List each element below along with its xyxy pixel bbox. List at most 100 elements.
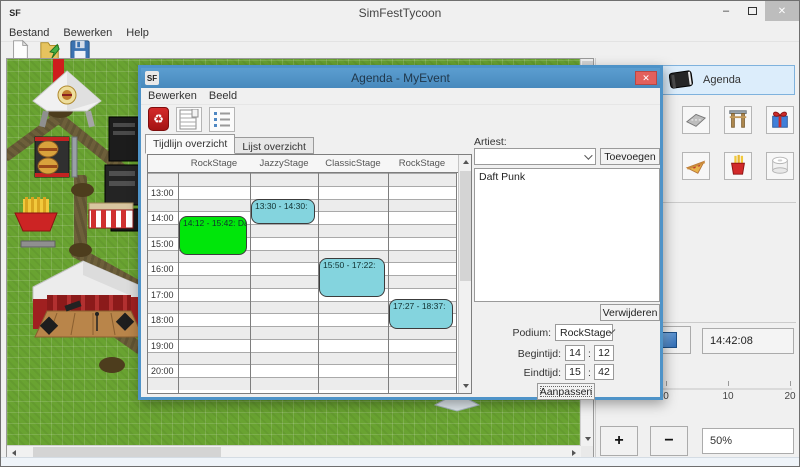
stage-combobox[interactable]: RockStage <box>555 324 613 341</box>
stage-label: Podium: <box>509 327 551 339</box>
artist-combobox[interactable] <box>474 148 596 165</box>
end-minute-field[interactable]: 42 <box>594 364 614 380</box>
timeline-scrollbar[interactable] <box>458 155 471 393</box>
toilet-roll-icon <box>769 154 791 179</box>
grid-line <box>148 173 456 174</box>
maximize-button[interactable] <box>739 1 765 21</box>
pizza-icon <box>685 154 707 179</box>
start-hour-field[interactable]: 14 <box>565 345 585 361</box>
grid-line <box>148 288 456 289</box>
start-minute-field[interactable]: 12 <box>594 345 614 361</box>
column-header-rockstage: RockStage <box>178 158 250 169</box>
artist-listbox[interactable]: Daft Punk <box>474 168 660 302</box>
tab-lijst-overzicht[interactable]: Lijst overzicht <box>234 137 314 154</box>
stage-frame-build-button[interactable] <box>724 106 752 134</box>
zoom-level-field[interactable]: 50% <box>702 428 794 454</box>
slider-tick <box>666 381 667 386</box>
zoom-in-button[interactable]: + <box>600 426 638 456</box>
scroll-left-icon[interactable] <box>9 450 16 456</box>
agenda-book-icon <box>669 70 693 90</box>
scroll-down-icon[interactable] <box>463 384 469 391</box>
speed-icon <box>661 332 677 348</box>
dialog-menu-bewerken[interactable]: Bewerken <box>148 90 197 102</box>
column-header-classicstage: ClassicStage <box>318 158 388 169</box>
main-toolbar <box>1 42 799 58</box>
toilet-roll-build-button[interactable] <box>766 152 794 180</box>
dialog-toolbar: ♻ <box>141 105 660 133</box>
burger-stand[interactable] <box>33 135 79 179</box>
path-junction <box>71 183 94 197</box>
agenda-event-jazzystage[interactable]: 13:30 - 14:30: <box>251 199 315 225</box>
minimize-button[interactable]: – <box>713 1 739 21</box>
agenda-event-rockstage[interactable]: 14:12 - 15:42: Daft Punk <box>179 216 247 254</box>
slider-tick <box>728 381 729 386</box>
remove-artist-button[interactable]: Verwijderen <box>600 304 660 321</box>
stage-combobox-value: RockStage <box>560 327 611 339</box>
dialog-close-button[interactable]: ✕ <box>635 71 657 85</box>
hour-label: 16:00 <box>151 264 174 274</box>
dialog-menubar: Bewerken Beeld <box>141 88 660 105</box>
fries-icon <box>727 154 749 179</box>
path-junction <box>69 243 92 257</box>
dialog-titlebar: SF Agenda - MyEvent ✕ <box>141 68 660 88</box>
tab-tijdlijn-overzicht[interactable]: Tijdlijn overzicht <box>145 134 235 154</box>
gift-icon <box>769 108 791 133</box>
main-stage[interactable] <box>23 261 143 347</box>
timeline-view-icon[interactable] <box>176 107 202 132</box>
timeline-grid[interactable]: 13:0014:0015:0016:0017:0018:0019:0020:00… <box>147 154 472 394</box>
grid-line <box>148 186 456 187</box>
menubar: Bestand Bewerken Help <box>1 25 799 42</box>
grid-line <box>148 377 456 378</box>
zoom-out-button[interactable]: − <box>650 426 688 456</box>
end-hour-field[interactable]: 15 <box>565 364 585 380</box>
agenda-event-rockstage[interactable]: 17:27 - 18:37: <box>389 299 453 329</box>
menu-bewerken[interactable]: Bewerken <box>63 27 112 39</box>
trash-icon[interactable]: ♻ <box>148 107 169 131</box>
slider-tick <box>790 381 791 386</box>
agenda-button-label: Agenda <box>703 74 741 86</box>
column-header-jazzystage: JazzyStage <box>250 158 318 169</box>
column-border <box>388 155 389 393</box>
scroll-down-icon[interactable] <box>585 437 591 444</box>
road-tile-build-button[interactable] <box>682 106 710 134</box>
hour-label: 17:00 <box>151 290 174 300</box>
menu-help[interactable]: Help <box>126 27 149 39</box>
time-colon: : <box>588 348 591 360</box>
timeline-row <box>148 352 456 365</box>
slider-tick-label: 10 <box>722 391 733 402</box>
scroll-right-icon[interactable] <box>572 450 579 456</box>
window-titlebar: SF SimFestTycoon – ✕ <box>1 1 799 25</box>
food-tent[interactable] <box>33 71 101 137</box>
fries-stand[interactable] <box>13 197 61 251</box>
maximize-icon <box>748 7 757 15</box>
close-button[interactable]: ✕ <box>765 1 799 21</box>
hour-label: 14:00 <box>151 213 174 223</box>
grid-line <box>148 364 456 365</box>
gift-build-button[interactable] <box>766 106 794 134</box>
view-tabs: Tijdlijn overzicht Lijst overzicht <box>145 134 313 154</box>
fries-build-button[interactable] <box>724 152 752 180</box>
menu-bestand[interactable]: Bestand <box>9 27 49 39</box>
add-artist-button[interactable]: Toevoegen <box>600 148 660 165</box>
hour-label: 15:00 <box>151 239 174 249</box>
list-view-icon[interactable] <box>209 107 235 132</box>
scroll-up-icon[interactable] <box>463 157 469 164</box>
artist-list-item[interactable]: Daft Punk <box>475 169 659 185</box>
path-junction <box>99 357 125 373</box>
chevron-down-icon <box>584 151 592 159</box>
column-border <box>178 155 179 393</box>
dialog-menu-beeld[interactable]: Beeld <box>209 90 237 102</box>
hour-label: 20:00 <box>151 366 174 376</box>
grid-line <box>148 339 456 340</box>
agenda-dialog: SF Agenda - MyEvent ✕ Bewerken Beeld ♻ <box>138 65 663 400</box>
hour-label: 13:00 <box>151 188 174 198</box>
time-colon: : <box>588 367 591 379</box>
game-clock: 14:42:08 <box>702 328 794 354</box>
apply-button[interactable]: Aanpassen <box>537 383 595 400</box>
dialog-title: Agenda - MyEvent <box>141 71 660 85</box>
agenda-event-classicstage[interactable]: 15:50 - 17:22: <box>319 258 385 297</box>
pizza-build-button[interactable] <box>682 152 710 180</box>
stage-frame-icon <box>727 108 749 133</box>
slider-tick-label: 20 <box>784 391 795 402</box>
popcorn-stand[interactable] <box>89 203 133 231</box>
